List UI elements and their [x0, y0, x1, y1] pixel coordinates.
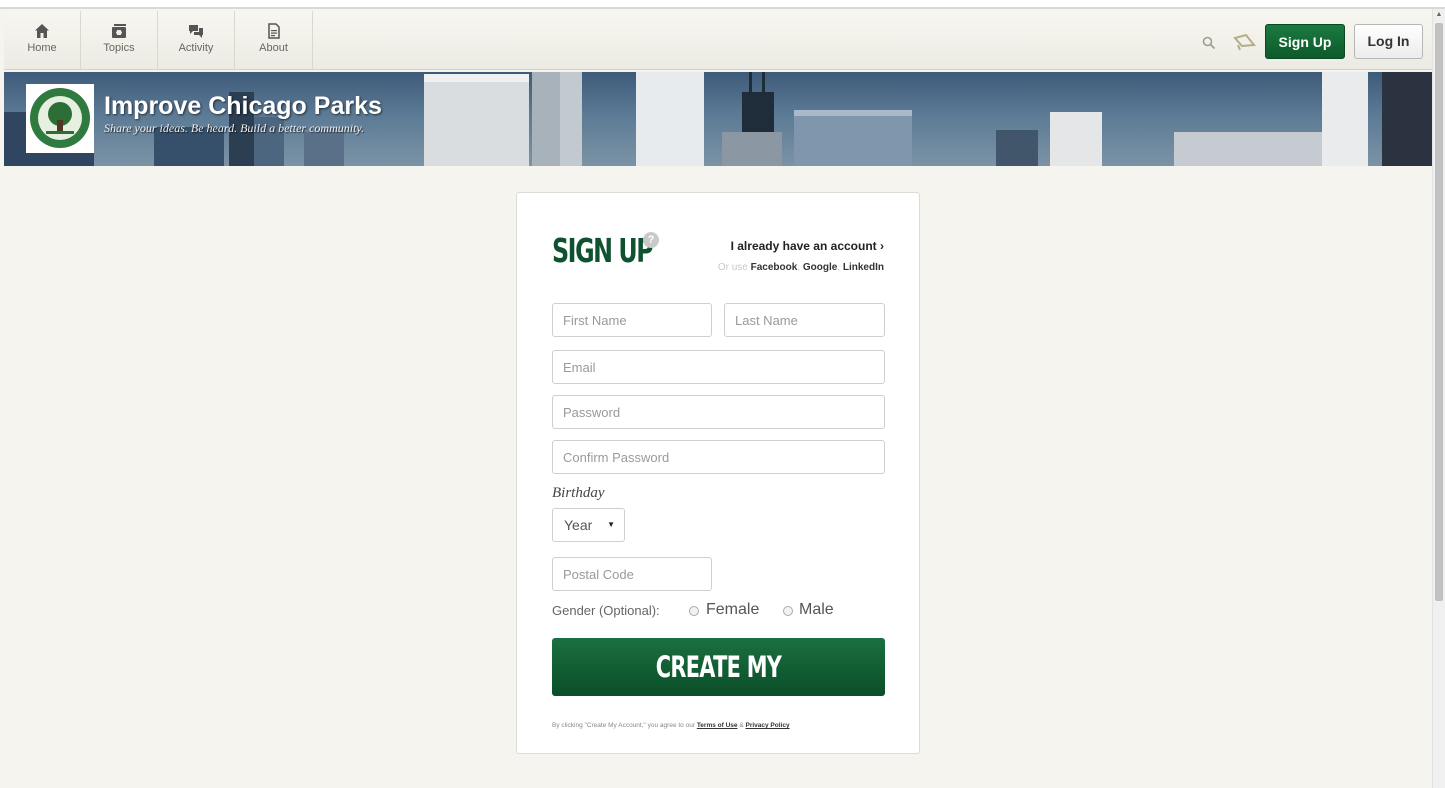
activity-icon [189, 25, 203, 38]
last-name-field[interactable] [724, 303, 885, 337]
scrollbar-thumb[interactable] [1435, 23, 1443, 601]
nav-item-label: Activity [178, 42, 214, 54]
or-use-label: Or use [717, 262, 748, 273]
nav-item-home[interactable]: Home [4, 11, 81, 70]
about-icon [267, 23, 280, 39]
site-title[interactable]: Improve Chicago Parks [104, 92, 382, 121]
search-icon[interactable] [1202, 36, 1216, 50]
nav-item-activity[interactable]: Activity [158, 11, 235, 70]
year-select-value: Year [564, 517, 593, 533]
browser-top-edge [0, 0, 1445, 9]
nav-item-about[interactable]: About [235, 11, 313, 70]
nav-item-label: Home [27, 42, 57, 54]
top-navbar: Home Topics Activity About Sign Up Log I… [4, 11, 1432, 70]
park-district-seal-icon [30, 88, 90, 148]
dropdown-arrow-icon: ▼ [607, 520, 615, 529]
home-icon [35, 24, 49, 38]
terms-fine-print: By clicking "Create My Account," you agr… [552, 722, 790, 729]
terms-of-use-link[interactable]: Terms of Use [697, 722, 738, 729]
email-field[interactable] [552, 350, 885, 384]
male-radio-label[interactable]: Male [799, 601, 834, 619]
topics-icon [112, 24, 126, 38]
male-radio[interactable] [783, 606, 793, 616]
nav-item-label: About [259, 42, 288, 54]
postal-code-field[interactable] [552, 557, 712, 591]
gender-label: Gender (Optional): [552, 603, 660, 618]
female-radio-label[interactable]: Female [706, 601, 759, 619]
sign-up-heading: SIGN UP [552, 231, 654, 270]
female-radio[interactable] [689, 606, 699, 616]
sign-up-button[interactable]: Sign Up [1265, 24, 1345, 59]
megaphone-icon[interactable] [1232, 32, 1256, 52]
log-in-button[interactable]: Log In [1354, 24, 1423, 59]
nav-item-label: Topics [103, 42, 135, 54]
birthday-label: Birthday [552, 485, 605, 501]
page-scrollbar[interactable]: ▲ [1432, 9, 1445, 788]
create-account-label: CREATE MY ACCOUNT [655, 650, 782, 742]
nav-item-topics[interactable]: Topics [81, 11, 158, 70]
first-name-field[interactable] [552, 303, 712, 337]
sign-up-card: SIGN UP ? I already have an account › Or… [516, 192, 920, 754]
social-login-row: Or use Facebook, Google, LinkedIn [717, 262, 884, 273]
fine-print-text: By clicking "Create My Account," you agr… [552, 722, 695, 729]
privacy-policy-link[interactable]: Privacy Policy [745, 722, 789, 729]
fine-print-amp: & [739, 722, 744, 729]
chicago-park-district-logo[interactable] [26, 84, 94, 153]
password-field[interactable] [552, 395, 885, 429]
help-icon[interactable]: ? [643, 232, 659, 248]
google-login-link[interactable]: Google [803, 262, 837, 273]
site-banner: Improve Chicago Parks Share your ideas. … [4, 72, 1432, 166]
facebook-login-link[interactable]: Facebook [751, 262, 798, 273]
birthday-year-select[interactable]: Year ▼ [552, 508, 625, 542]
site-tagline: Share your ideas. Be heard. Build a bett… [104, 121, 365, 135]
confirm-password-field[interactable] [552, 440, 885, 474]
scroll-up-arrow-icon[interactable]: ▲ [1433, 9, 1445, 21]
create-account-button[interactable]: CREATE MY ACCOUNT [552, 638, 885, 742]
linkedin-login-link[interactable]: LinkedIn [843, 262, 884, 273]
already-have-account-link[interactable]: I already have an account › [731, 239, 884, 253]
